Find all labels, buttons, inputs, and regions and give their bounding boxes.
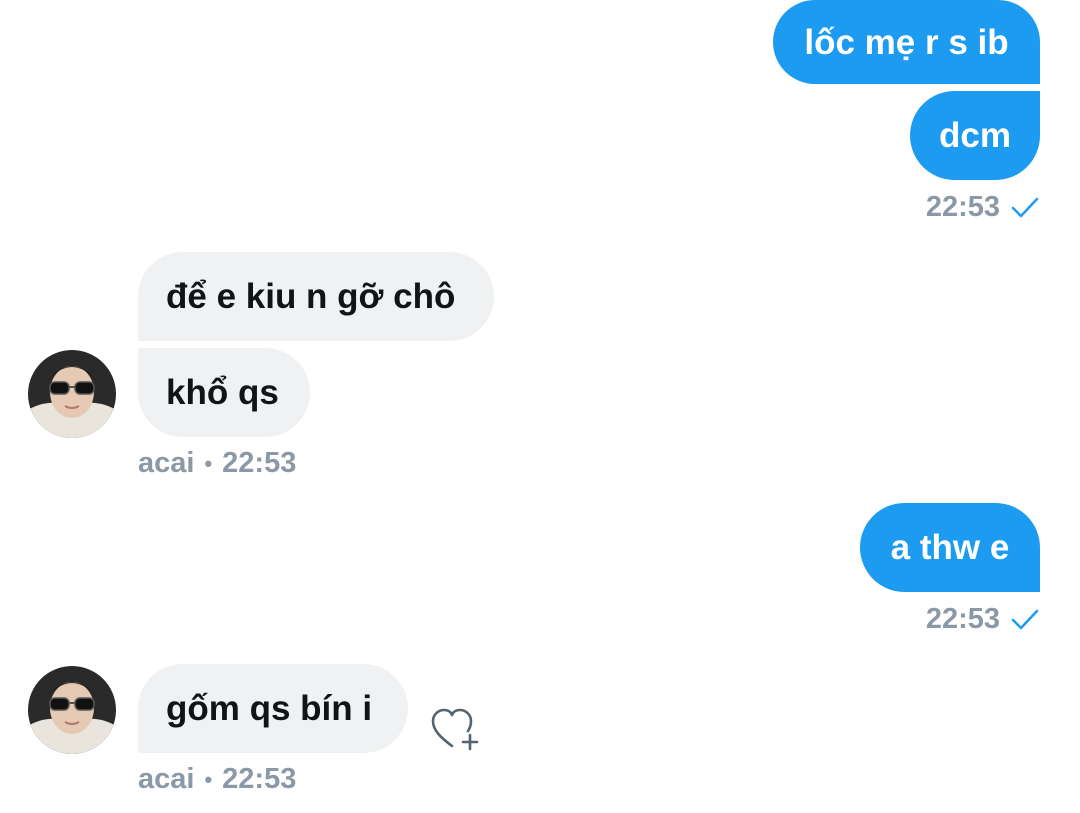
incoming-message-bubble[interactable]: để e kiu n gỡ chô <box>138 252 494 341</box>
avatar[interactable] <box>28 666 116 754</box>
incoming-message-bubble[interactable]: khổ qs <box>138 348 310 437</box>
outgoing-message-bubble[interactable]: dcm <box>910 91 1040 180</box>
message-meta: 22:53 <box>926 192 1040 222</box>
sender-name: acai <box>138 447 195 479</box>
message-timestamp: 22:53 <box>925 602 1000 635</box>
message-timestamp: 22:53 <box>222 763 297 795</box>
message-meta: acai • 22:53 <box>138 765 296 794</box>
check-icon <box>1011 197 1039 218</box>
message-text: để e kiu n gỡ chô <box>166 277 456 316</box>
outgoing-message-bubble[interactable]: lốc mẹ r s ib <box>773 0 1040 84</box>
separator: • <box>204 450 213 476</box>
message-text: dcm <box>939 116 1011 155</box>
separator: • <box>204 766 213 792</box>
heart-plus-icon <box>431 708 479 751</box>
message-timestamp: 22:53 <box>222 447 297 479</box>
message-text: gốm qs bín i <box>166 689 373 728</box>
message-text: khổ qs <box>166 373 279 412</box>
incoming-message-bubble[interactable]: gốm qs bín i <box>138 664 408 753</box>
message-text: lốc mẹ r s ib <box>804 22 1009 62</box>
message-timestamp: 22:53 <box>925 190 1000 223</box>
outgoing-message-bubble[interactable]: a thw e <box>860 503 1040 592</box>
message-text: a thw e <box>890 528 1010 567</box>
message-meta: acai • 22:53 <box>138 449 296 478</box>
avatar-photo <box>28 666 116 754</box>
avatar-photo <box>28 350 116 438</box>
message-meta: 22:53 <box>926 604 1040 634</box>
check-icon <box>1011 609 1039 630</box>
avatar[interactable] <box>28 350 116 438</box>
sender-name: acai <box>138 763 195 795</box>
react-heart-button[interactable] <box>430 706 480 754</box>
